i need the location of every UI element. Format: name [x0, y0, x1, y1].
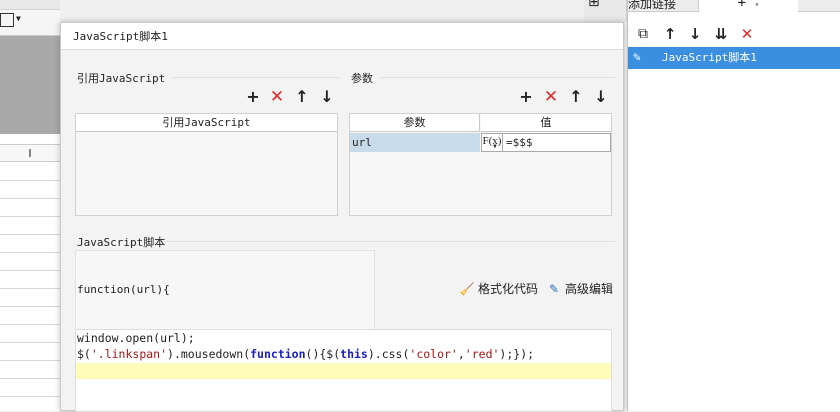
- plus-icon: +: [737, 0, 747, 11]
- border-icon[interactable]: [0, 13, 14, 27]
- code-keyword: function: [250, 347, 306, 361]
- arrow-down-icon[interactable]: ↓: [686, 25, 704, 43]
- ref-js-column-header[interactable]: 引用JavaScript: [76, 114, 337, 132]
- dialog-title: JavaScript脚本1: [61, 23, 623, 50]
- row-divider: [0, 216, 60, 217]
- param-value-column-header[interactable]: 值: [481, 114, 611, 132]
- param-move-up-button[interactable]: ↑: [567, 88, 585, 106]
- code-line-2[interactable]: $('.linkspan').mousedown(function(){$(th…: [77, 346, 534, 362]
- format-code-button[interactable]: 🧹 格式化代码: [459, 280, 539, 298]
- param-name-column-header[interactable]: 参数: [350, 114, 480, 132]
- row-divider: [0, 288, 60, 289]
- javascript-dialog: JavaScript脚本1 引用JavaScript + ✕ ↑ ↓ 引用Jav…: [60, 22, 624, 412]
- ref-move-down-button[interactable]: ↓: [318, 88, 336, 106]
- section-divider: [171, 77, 341, 78]
- broom-icon: 🧹: [459, 282, 475, 296]
- chevron-down-icon: ▾: [754, 0, 760, 9]
- section-divider: [163, 241, 615, 242]
- row-divider: [0, 342, 60, 343]
- section-divider: [379, 77, 615, 78]
- sort-down-icon[interactable]: ⇊: [712, 25, 730, 43]
- param-move-down-button[interactable]: ↓: [592, 88, 610, 106]
- pencil-icon: ✎: [633, 50, 641, 65]
- params-table: 参数 值 url F(x) ▼ =$$$: [349, 113, 612, 216]
- ref-js-table: 引用JavaScript: [75, 113, 338, 216]
- advanced-edit-button[interactable]: ✎ 高级编辑: [546, 280, 613, 298]
- link-list-item[interactable]: ✎ JavaScript脚本1: [628, 47, 840, 69]
- row-divider: [0, 324, 60, 325]
- grid-tab[interactable]: ⊞: [584, 0, 627, 22]
- link-item-label: JavaScript脚本1: [662, 51, 757, 64]
- arrow-up-icon[interactable]: ↑: [661, 25, 679, 43]
- spreadsheet-toolbar-strip: [0, 0, 60, 10]
- ref-move-up-button[interactable]: ↑: [293, 88, 311, 106]
- row-divider: [0, 378, 60, 379]
- edit-icon: ✎: [548, 282, 560, 296]
- spreadsheet-background: ▼ I: [0, 0, 60, 411]
- formula-button[interactable]: F(x) ▼: [481, 133, 503, 152]
- advanced-edit-label: 高级编辑: [565, 282, 614, 296]
- row-divider: [0, 270, 60, 271]
- copy-icon[interactable]: ⧉: [634, 25, 652, 43]
- row-divider: [0, 252, 60, 253]
- code-string: 'color': [409, 347, 458, 361]
- row-divider: [0, 396, 60, 397]
- current-line-highlight: [76, 363, 611, 379]
- grid-icon: ⊞: [588, 0, 600, 10]
- code-line-1[interactable]: window.open(url);: [77, 330, 195, 346]
- row-divider: [0, 198, 60, 199]
- add-link-button[interactable]: + ▾: [698, 0, 798, 12]
- code-string: 'red': [464, 347, 500, 361]
- param-value-input[interactable]: =$$$: [503, 133, 611, 152]
- chevron-down-icon[interactable]: ▼: [16, 14, 21, 23]
- row-divider: [0, 180, 60, 181]
- function-signature: function(url){: [77, 283, 170, 296]
- code-keyword: this: [340, 347, 368, 361]
- panel-title: 添加链接: [628, 0, 677, 11]
- chevron-down-icon: ▼: [492, 144, 498, 150]
- row-divider: [0, 306, 60, 307]
- ref-js-section-label: 引用JavaScript: [77, 72, 166, 85]
- link-toolbar: ⧉ ↑ ↓ ⇊ ✕: [628, 22, 840, 46]
- script-section-label: JavaScript脚本: [77, 236, 166, 249]
- param-add-button[interactable]: +: [517, 88, 535, 106]
- ref-add-button[interactable]: +: [244, 88, 262, 106]
- params-section-label: 参数: [351, 72, 373, 85]
- code-string: '.linkspan': [90, 347, 168, 361]
- row-divider: [0, 234, 60, 235]
- param-name-cell[interactable]: url: [350, 133, 480, 152]
- hyperlink-panel: 添加链接 + ▾ ⧉ ↑ ↓ ⇊ ✕ ✎ JavaScript脚本1: [627, 0, 840, 411]
- function-signature-box: function(url){: [75, 250, 375, 330]
- param-delete-button[interactable]: ✕: [542, 88, 560, 106]
- row-divider: [0, 360, 60, 361]
- code-editor[interactable]: window.open(url); $('.linkspan').mousedo…: [75, 329, 612, 412]
- ruler-area: [0, 36, 60, 134]
- format-code-label: 格式化代码: [478, 282, 539, 296]
- delete-icon[interactable]: ✕: [738, 25, 756, 43]
- ref-delete-button[interactable]: ✕: [268, 88, 286, 106]
- table-row[interactable]: url F(x) ▼ =$$$: [350, 133, 611, 152]
- column-header-i[interactable]: I: [0, 144, 60, 162]
- border-tool-area: ▼: [0, 10, 60, 36]
- hyperlink-panel-header: 添加链接 + ▾: [628, 0, 840, 12]
